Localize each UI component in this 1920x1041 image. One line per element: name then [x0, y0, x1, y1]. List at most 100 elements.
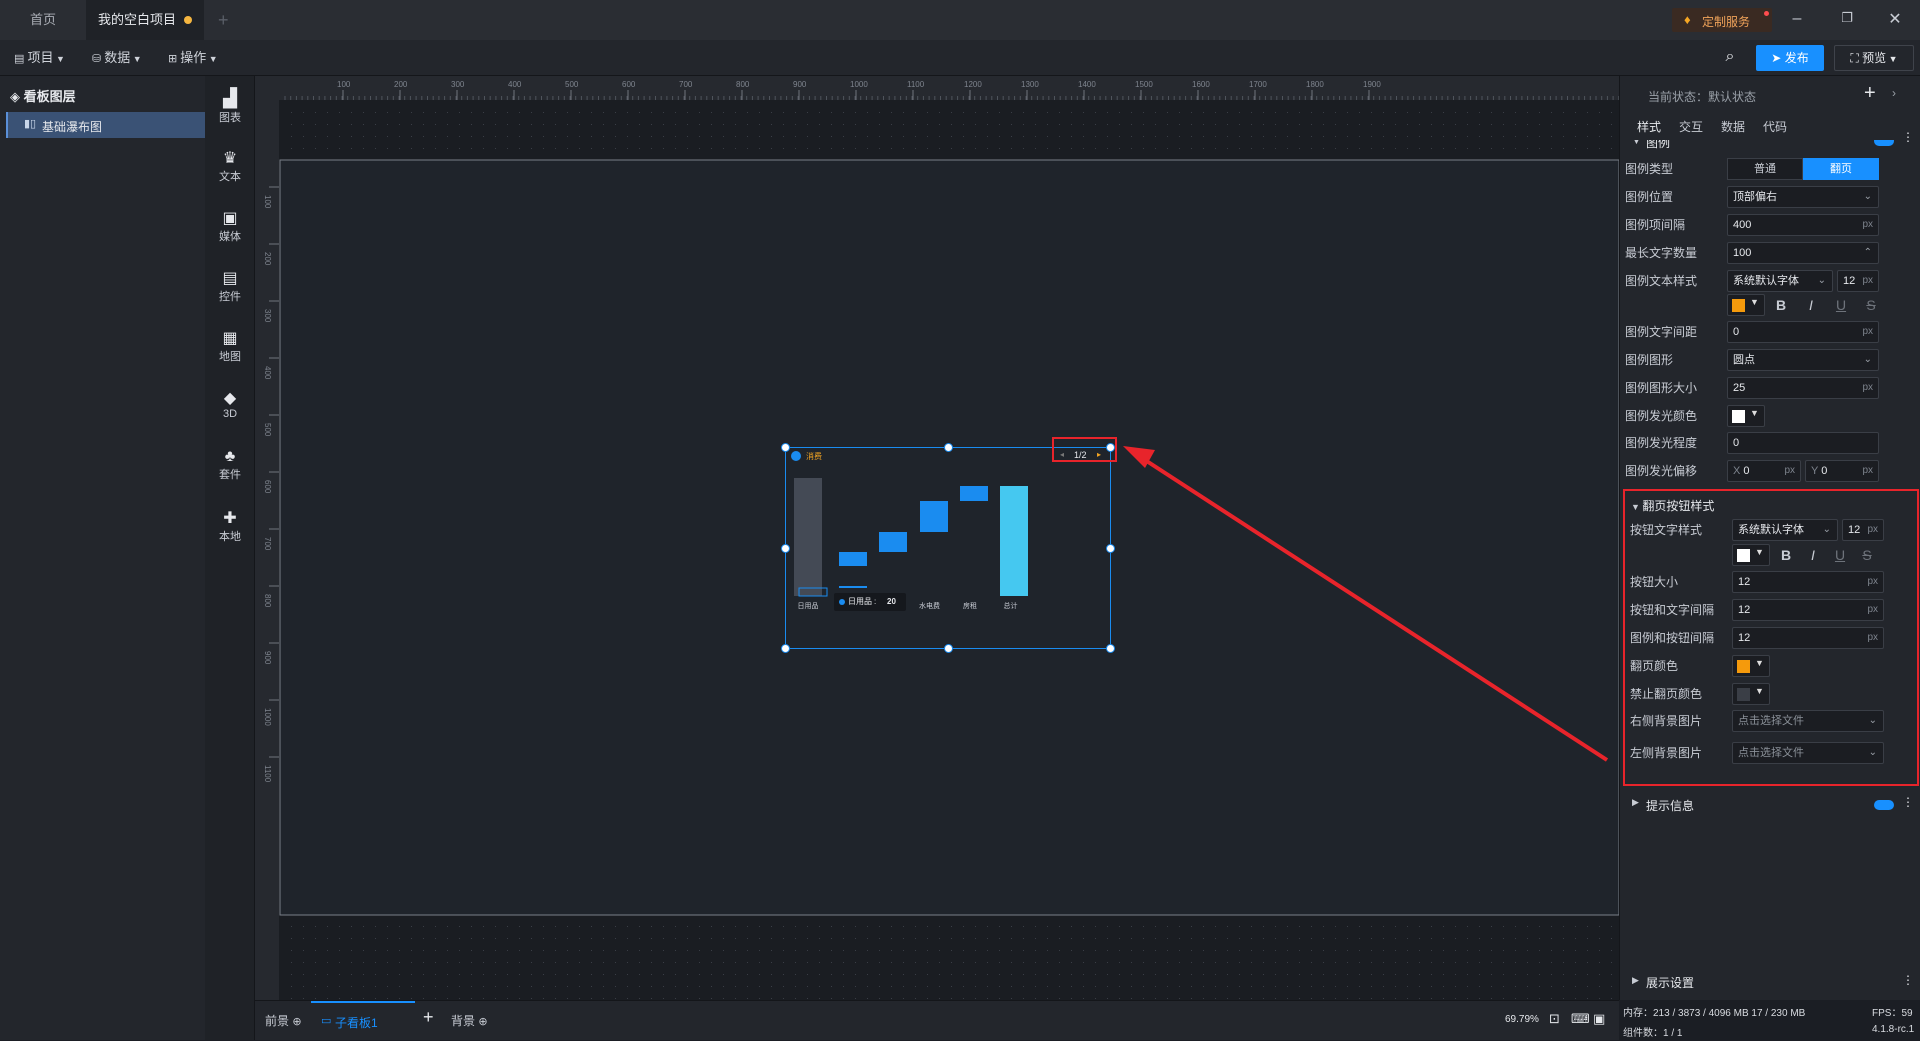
search-icon[interactable]: ⌕ — [1718, 48, 1742, 68]
close-icon[interactable]: ✕ — [1883, 9, 1907, 29]
subboard-tab[interactable]: ▭ 子看板1 — [311, 1001, 415, 1041]
text-gap-input[interactable]: 0 px — [1727, 321, 1879, 343]
grid-dot — [615, 938, 616, 939]
canvas-area[interactable]: 100 200 300 400 500 600 700 800 900 1000 1100 1200 1… — [255, 76, 1619, 1000]
component-local[interactable]: ✚ 本地 — [205, 508, 255, 544]
underline-icon[interactable]: U — [1827, 544, 1853, 566]
grid-dot — [579, 926, 580, 927]
more-icon[interactable]: ⋮ — [1902, 973, 1914, 987]
glow-level-input[interactable]: 0 — [1727, 432, 1879, 454]
font-select[interactable]: 系统默认字体 ⌄ — [1727, 270, 1833, 292]
btn-font-select[interactable]: 系统默认字体 ⌄ — [1732, 519, 1838, 541]
shape-select[interactable]: 圆点 ⌄ — [1727, 349, 1879, 371]
section-display-header[interactable]: ▶ 展示设置 ⋮ — [1632, 972, 1914, 998]
add-board-icon[interactable]: + — [423, 1007, 434, 1028]
section-legend-header[interactable]: ▼ 图例 — [1632, 140, 1912, 150]
chevron-right-icon[interactable]: › — [1892, 86, 1896, 100]
italic-icon[interactable]: I — [1798, 294, 1824, 316]
right-bg-select[interactable]: 点击选择文件 ⌄ — [1732, 710, 1884, 732]
resize-handle[interactable] — [781, 443, 790, 452]
preview-label: 预览 — [1862, 51, 1887, 65]
maximize-icon[interactable]: ❐ — [1835, 10, 1859, 30]
resize-handle[interactable] — [1106, 644, 1115, 653]
new-tab-button[interactable]: + — [206, 0, 230, 40]
add-circle-icon[interactable]: ⊕ — [292, 1016, 301, 1028]
component-chart[interactable]: ▟ 图表 — [205, 88, 255, 125]
resize-handle[interactable] — [944, 443, 953, 452]
text-color-picker[interactable]: ▼ — [1727, 294, 1765, 316]
resize-handle[interactable] — [944, 644, 953, 653]
legend-type-paged[interactable]: 翻页 — [1803, 158, 1879, 180]
max-text-input[interactable]: 100 ⌃ — [1727, 242, 1879, 264]
bold-icon[interactable]: B — [1773, 544, 1799, 566]
glow-color-picker[interactable]: ▼ — [1727, 405, 1765, 427]
grid-dot — [903, 998, 904, 999]
menu-operate[interactable]: ⊞ 操作 ▼ — [168, 40, 218, 76]
zoom-level[interactable]: 69.79% — [1505, 1014, 1539, 1025]
resize-handle[interactable] — [1106, 544, 1115, 553]
grid-dot — [1095, 926, 1096, 927]
component-media[interactable]: ▣ 媒体 — [205, 208, 255, 244]
tab-project[interactable]: 我的空白项目 — [86, 0, 204, 40]
glow-x-input[interactable]: X 0 px — [1727, 460, 1801, 482]
grid-dot — [327, 926, 328, 927]
legend-btn-gap-input[interactable]: 12 px — [1732, 627, 1884, 649]
grid-dot — [1467, 938, 1468, 939]
tab-code[interactable]: 代码 — [1763, 118, 1803, 135]
publish-button[interactable]: ➤ 发布 — [1756, 45, 1824, 71]
tab-data[interactable]: 数据 — [1721, 118, 1761, 135]
tooltip: 日用品 : 20 — [834, 593, 906, 611]
component-control[interactable]: ▤ 控件 — [205, 268, 255, 304]
bold-icon[interactable]: B — [1768, 294, 1794, 316]
section-tooltip-header[interactable]: ▶ 提示信息 ⋮ — [1632, 792, 1914, 818]
fit-screen-icon[interactable]: ⊡ — [1549, 1011, 1560, 1027]
component-text[interactable]: ♛ 文本 — [205, 148, 255, 184]
stepper-up-icon[interactable]: ⌃ — [1864, 243, 1872, 263]
component-kit[interactable]: ♣ 套件 — [205, 448, 255, 482]
preview-button[interactable]: ⛶ 预览 ▼ — [1834, 45, 1914, 71]
left-bg-select[interactable]: 点击选择文件 ⌄ — [1732, 742, 1884, 764]
shape-size-input[interactable]: 25 px — [1727, 377, 1879, 399]
menu-data[interactable]: ⛁ 数据 ▼ — [92, 40, 142, 76]
add-state-icon[interactable]: + — [1864, 82, 1876, 105]
strikethrough-icon[interactable]: S — [1858, 294, 1884, 316]
btn-text-gap-input[interactable]: 12 px — [1732, 599, 1884, 621]
disabled-color-picker[interactable]: ▼ — [1732, 683, 1770, 705]
glow-y-input[interactable]: Y 0 px — [1805, 460, 1879, 482]
component-map[interactable]: ▦ 地图 — [205, 328, 255, 364]
tooltip-toggle[interactable] — [1874, 800, 1894, 810]
waterfall-widget[interactable]: 日用品伙食费交通费水电费房租总计 消费 ◂ 1/2 ▸ 日用品 : 20 — [781, 443, 1115, 653]
keyboard-icon[interactable]: ⌨ — [1571, 1011, 1590, 1027]
strikethrough-icon[interactable]: S — [1854, 544, 1880, 566]
btn-text-color-picker[interactable]: ▼ — [1732, 544, 1770, 566]
grid-dot — [1575, 974, 1576, 975]
item-gap-input[interactable]: 400 px — [1727, 214, 1879, 236]
background-tab[interactable]: 背景 ⊕ — [451, 1012, 488, 1029]
underline-icon[interactable]: U — [1828, 294, 1854, 316]
font-size-input[interactable]: 12 px — [1837, 270, 1879, 292]
layer-item[interactable]: ▮▯ 基础瀑布图 — [6, 112, 205, 138]
menu-project[interactable]: ▤ 项目 ▼ — [14, 40, 65, 76]
more-icon[interactable]: ⋮ — [1902, 130, 1914, 144]
add-circle-icon[interactable]: ⊕ — [478, 1016, 487, 1028]
grid-dot — [1515, 962, 1516, 963]
btn-font-size-input[interactable]: 12 px — [1842, 519, 1884, 541]
custom-service-button[interactable]: ♦ 定制服务 — [1672, 8, 1772, 32]
foreground-tab[interactable]: 前景 ⊕ — [265, 1012, 302, 1029]
minimize-icon[interactable]: – — [1785, 10, 1809, 30]
btn-size-input[interactable]: 12 px — [1732, 571, 1884, 593]
terminal-icon[interactable]: ▣ — [1593, 1011, 1605, 1027]
italic-icon[interactable]: I — [1800, 544, 1826, 566]
page-color-picker[interactable]: ▼ — [1732, 655, 1770, 677]
component-3d[interactable]: ◆ 3D — [205, 388, 255, 420]
page-section-header[interactable]: ▼ 翻页按钮样式 — [1631, 497, 1714, 515]
resize-handle[interactable] — [781, 544, 790, 553]
legend-toggle[interactable] — [1874, 140, 1894, 146]
legend-type-normal[interactable]: 普通 — [1727, 158, 1803, 180]
tab-home[interactable]: 首页 — [18, 0, 88, 40]
more-icon[interactable]: ⋮ — [1902, 795, 1914, 809]
legend-position-select[interactable]: 顶部偏右 ⌄ — [1727, 186, 1879, 208]
tab-style[interactable]: 样式 — [1637, 118, 1677, 135]
resize-handle[interactable] — [781, 644, 790, 653]
tab-interaction[interactable]: 交互 — [1679, 118, 1719, 135]
